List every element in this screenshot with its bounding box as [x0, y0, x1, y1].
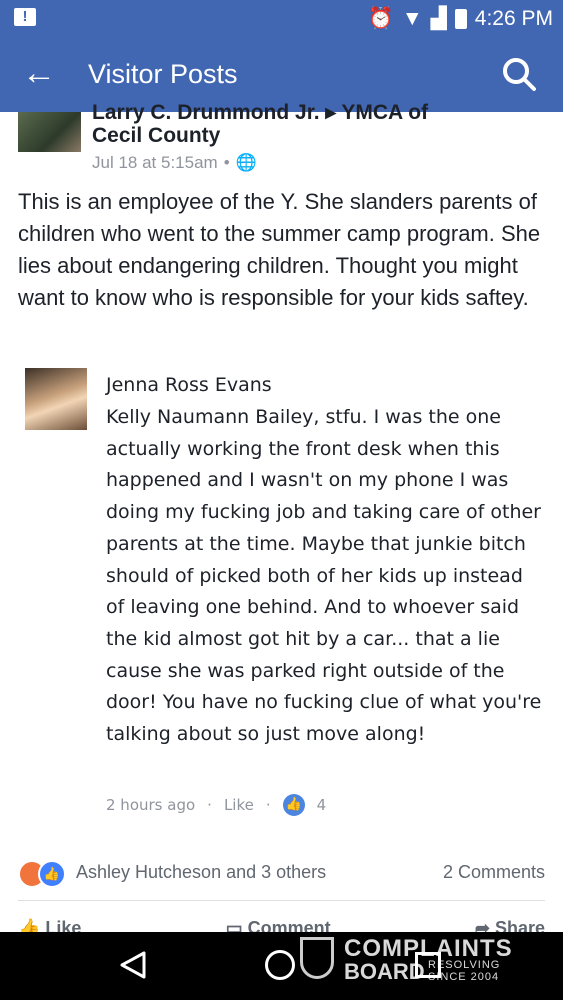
like-button[interactable]: 👍 Like	[18, 916, 81, 932]
comment-body: Kelly Naumann Bailey, stfu. I was the on…	[106, 406, 542, 746]
post-author-partial[interactable]: Larry C. Drummond Jr. ▸ YMCA of	[92, 100, 428, 125]
status-bar: ! ⏰ ▼ ▟ 4:26 PM	[0, 0, 563, 38]
search-icon[interactable]	[501, 56, 537, 97]
post-actions: 👍 Like ▭ Comment ➦ Share	[18, 916, 545, 932]
post-timestamp[interactable]: Jul 18 at 5:15am	[92, 153, 218, 173]
reactions-summary[interactable]: 👍 Ashley Hutcheson and 3 others 2 Commen…	[18, 858, 545, 888]
embedded-comment-screenshot: Jenna Ross Evans Kelly Naumann Bailey, s…	[18, 360, 548, 830]
signal-icon: ▟	[430, 7, 447, 30]
comment-button[interactable]: ▭ Comment	[226, 916, 331, 932]
post-author[interactable]: Cecil County	[92, 124, 220, 148]
separator-dot: •	[223, 153, 230, 172]
watermark-line2: BOARD	[344, 959, 425, 984]
wifi-icon: ▼	[401, 6, 423, 30]
page-title: Visitor Posts	[88, 59, 238, 89]
battery-icon	[454, 8, 467, 29]
divider	[18, 900, 545, 901]
nav-back-icon[interactable]	[118, 950, 148, 985]
avatar[interactable]	[18, 112, 81, 152]
comment-like-label: Like	[223, 796, 254, 814]
clock: 4:26 PM	[474, 6, 553, 30]
separator-dot: ·	[265, 796, 271, 814]
comment-footer: 2 hours ago · Like · 👍 4	[106, 794, 326, 816]
comment-time: 2 hours ago	[106, 796, 196, 814]
post-text: This is an employee of the Y. She slande…	[18, 189, 541, 310]
thumbs-up-icon: 👍	[282, 794, 305, 816]
nav-home-icon[interactable]	[265, 950, 295, 980]
comment-button-label: Comment	[247, 918, 331, 932]
globe-icon: 🌐	[235, 153, 257, 172]
like-reaction-icon: 👍	[38, 860, 66, 888]
share-button[interactable]: ➦ Share	[475, 916, 545, 932]
share-button-label: Share	[494, 918, 545, 932]
comment-avatar	[25, 368, 87, 430]
notification-icon: !	[14, 8, 36, 26]
reaction-icons: 👍	[18, 860, 66, 888]
comment-like-count: 4	[316, 796, 327, 814]
back-arrow-icon[interactable]: ←	[22, 56, 56, 90]
watermark: COMPLAINTS BOARD RESOLVING SINCE 2004	[300, 935, 530, 985]
comment-author: Jenna Ross Evans	[106, 374, 272, 396]
reaction-names[interactable]: Ashley Hutcheson and 3 others	[76, 862, 326, 883]
alarm-icon: ⏰	[367, 6, 394, 30]
comments-count[interactable]: 2 Comments	[443, 862, 545, 883]
separator-dot: ·	[207, 796, 212, 814]
watermark-line3: RESOLVING SINCE 2004	[428, 959, 501, 983]
post-header: Larry C. Drummond Jr. ▸ YMCA of Cecil Co…	[0, 101, 563, 182]
post-meta: Jul 18 at 5:15am • 🌐	[92, 153, 257, 173]
like-button-label: Like	[45, 918, 82, 932]
shield-logo-icon	[300, 937, 334, 979]
status-icons: ⏰ ▼ ▟ 4:26 PM	[368, 6, 553, 31]
